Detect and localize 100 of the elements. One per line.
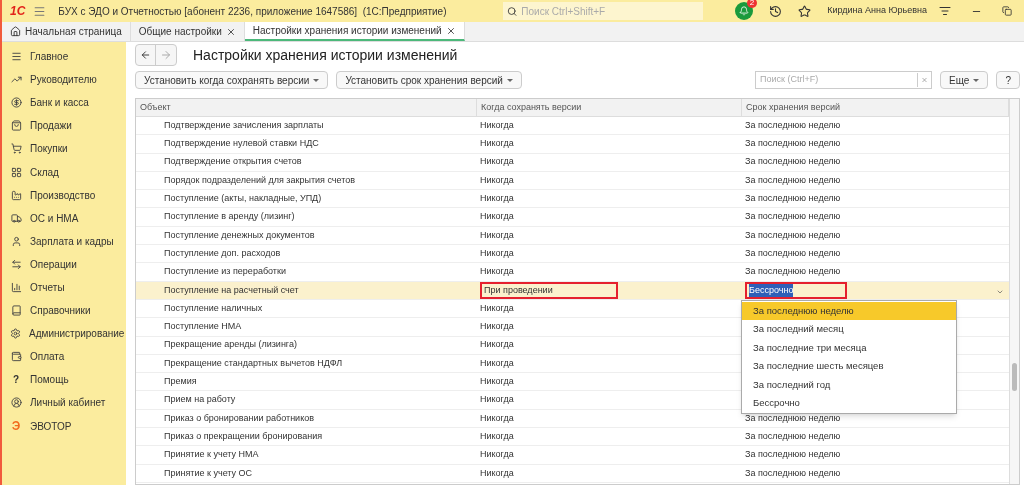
table-cell-text: Поступление доп. расходов (163, 246, 282, 260)
search-field[interactable]: Поиск Ctrl+Shift+F (503, 2, 704, 20)
column-header[interactable]: Когда сохранять версии (477, 99, 742, 116)
table-cell-text: Подтверждение открытия счетов (163, 155, 303, 169)
sidebar-item[interactable]: Производство (2, 183, 126, 207)
sidebar-item[interactable]: Руководителю (2, 68, 126, 92)
table-cell: За последнюю неделю (745, 192, 841, 206)
dropdown-option[interactable]: За последний год (742, 375, 956, 394)
table-row[interactable]: Поступление из переработки Никогда За последнюю неделю (136, 263, 1009, 282)
bell-icon (739, 6, 750, 16)
table-row[interactable]: Принятие к учету ОС Никогда За последнюю неделю (136, 464, 1009, 483)
history-icon[interactable] (769, 4, 783, 18)
sidebar-item[interactable]: Покупки (2, 137, 126, 161)
close-icon[interactable] (445, 25, 456, 36)
sidebar-item[interactable]: Продажи (2, 114, 126, 138)
sidebar-item[interactable]: Склад (2, 160, 126, 184)
search-input[interactable]: Поиск Ctrl+Shift+F (521, 3, 700, 19)
table-row[interactable]: Поступление денежных документов Никогда За последнюю неделю (136, 226, 1009, 246)
table-cell-text: Никогда (480, 265, 514, 279)
dropdown-option[interactable]: За последние шесть месяцев (742, 357, 956, 376)
sidebar-item[interactable]: Банк и касса (2, 91, 126, 115)
toolbar-button[interactable]: Установить когда сохранять версии (135, 71, 329, 89)
table-cell-text: Приказ о бронировании работников (163, 411, 315, 425)
close-icon[interactable] (225, 26, 236, 37)
window-title: БУХ с ЭДО и Отчетностью [абонент 2236, приложение 1647586] (1С:Предприятие) (58, 4, 447, 19)
tab[interactable]: Начальная страница (2, 22, 131, 41)
sidebar-item[interactable]: Личный кабинет (2, 391, 126, 415)
search-icon (507, 5, 518, 17)
dropdown-option[interactable]: За последнюю неделю (742, 302, 956, 321)
caret-icon (506, 78, 513, 82)
table-cell-text: Никогда (480, 411, 514, 425)
filter-icon[interactable] (939, 5, 951, 17)
logo: 1С (10, 3, 26, 20)
table-cell-text: Никогда (480, 356, 514, 370)
sidebar-item[interactable]: ? Помощь (2, 368, 126, 392)
search-field[interactable]: Поиск (Ctrl+F) (755, 71, 933, 89)
table-cell-text: Поступление денежных документов (163, 228, 316, 242)
table-cell-text: Поступление (акты, накладные, УПД) (163, 192, 323, 206)
caret-icon (313, 78, 320, 82)
sidebar-item[interactable]: Операции (2, 252, 126, 276)
table-cell-text: Никогда (480, 173, 514, 187)
table-cell-text: За последнюю неделю (745, 118, 841, 132)
table-row[interactable]: Подтверждение нулевой ставки НДС Никогда За последнюю неделю (136, 135, 1009, 154)
wallet-icon (10, 351, 22, 363)
table-cell-text: Поступление на расчетный счет (163, 283, 300, 297)
star-icon[interactable] (798, 4, 812, 18)
table-row[interactable]: Порядок подразделений для закрытия счетов Никогда За последнюю неделю (136, 171, 1009, 191)
sidebar-item[interactable]: Э ЭВОТОР (2, 414, 126, 438)
restore-icon[interactable] (1002, 6, 1012, 16)
sidebar-item[interactable]: ОС и НМА (2, 206, 126, 230)
toolbar-button[interactable]: Установить срок хранения версий (336, 71, 522, 89)
table-cell-text: Приказ о прекращении бронирования (163, 429, 324, 443)
tab[interactable]: Общие настройки (130, 22, 245, 41)
sidebar-item[interactable]: Главное (2, 45, 126, 69)
table-cell-text: За последнюю неделю (745, 173, 841, 187)
sidebar-item[interactable]: Зарплата и кадры (2, 229, 126, 253)
table-cell-text: Никогда (480, 375, 514, 389)
table-row[interactable]: Подтверждение открытия счетов Никогда За последнюю неделю (136, 153, 1009, 172)
sidebar-item[interactable]: Отчеты (2, 275, 126, 300)
user-circle-icon (10, 397, 22, 409)
table-cell-text: Поступление наличных (163, 301, 264, 315)
table-row[interactable]: Поступление в аренду (лизинг) Никогда За последнюю неделю (136, 208, 1009, 227)
scrollbar[interactable] (1009, 99, 1019, 484)
sidebar-item[interactable]: Администрирование (2, 322, 126, 346)
help-button[interactable]: ? (996, 71, 1020, 89)
table-cell-text: За последнюю неделю (745, 411, 841, 425)
table-row[interactable]: Поступление (акты, накладные, УПД) Никогда За последнюю неделю (136, 190, 1009, 209)
table-cell-text: Никогда (480, 137, 514, 151)
table-row[interactable]: Поступление доп. расходов Никогда За последнюю неделю (136, 245, 1009, 264)
settings-icon (10, 328, 21, 340)
table-cell-text: Порядок подразделений для закрытия счетов (163, 173, 356, 187)
sidebar-item[interactable]: Оплата (2, 345, 126, 369)
table-row[interactable]: Приказ о прекращении бронирования Никогда За последнюю неделю (136, 428, 1009, 447)
table-cell-text: Никогда (480, 466, 514, 480)
table-row[interactable]: Принятие к учету НМА Никогда За последнюю неделю (136, 446, 1009, 465)
user-name[interactable]: Кирдина Анна Юрьевна (827, 4, 927, 18)
table-cell: За последнюю неделю (745, 448, 841, 462)
factory-icon (10, 189, 22, 201)
home-icon (10, 26, 21, 37)
column-header[interactable]: Объект (136, 99, 477, 116)
caret-icon (973, 78, 980, 82)
dropdown-option[interactable]: За последний месяц (742, 320, 956, 339)
sidebar-item[interactable]: Справочники (2, 299, 126, 323)
table-cell-text: Никогда (480, 301, 514, 315)
table-cell-text: Подтверждение нулевой ставки НДС (163, 137, 320, 151)
menu-icon[interactable] (33, 4, 47, 18)
table-cell: За последнюю неделю (745, 265, 841, 279)
tab[interactable]: Настройки хранения истории изменений (244, 22, 465, 41)
table-row[interactable]: Подтверждение зачисления зарплаты Никогда За последнюю неделю (136, 117, 1009, 136)
table-cell: За последнюю неделю (745, 155, 841, 169)
menu-icon (10, 51, 22, 63)
search-input[interactable]: Поиск (Ctrl+F) (756, 73, 918, 87)
notifications-button[interactable]: 2 (735, 2, 754, 20)
table-cell-text: Прием на работу (163, 393, 237, 407)
truck-icon (10, 212, 22, 224)
form-title: Настройки хранения истории изменений (193, 45, 458, 65)
table-cell-text: Премия (163, 375, 198, 389)
table-cell: За последнюю неделю (745, 210, 841, 224)
table-cell-text: Никогда (480, 118, 514, 132)
more-button[interactable]: Еще (940, 71, 989, 89)
